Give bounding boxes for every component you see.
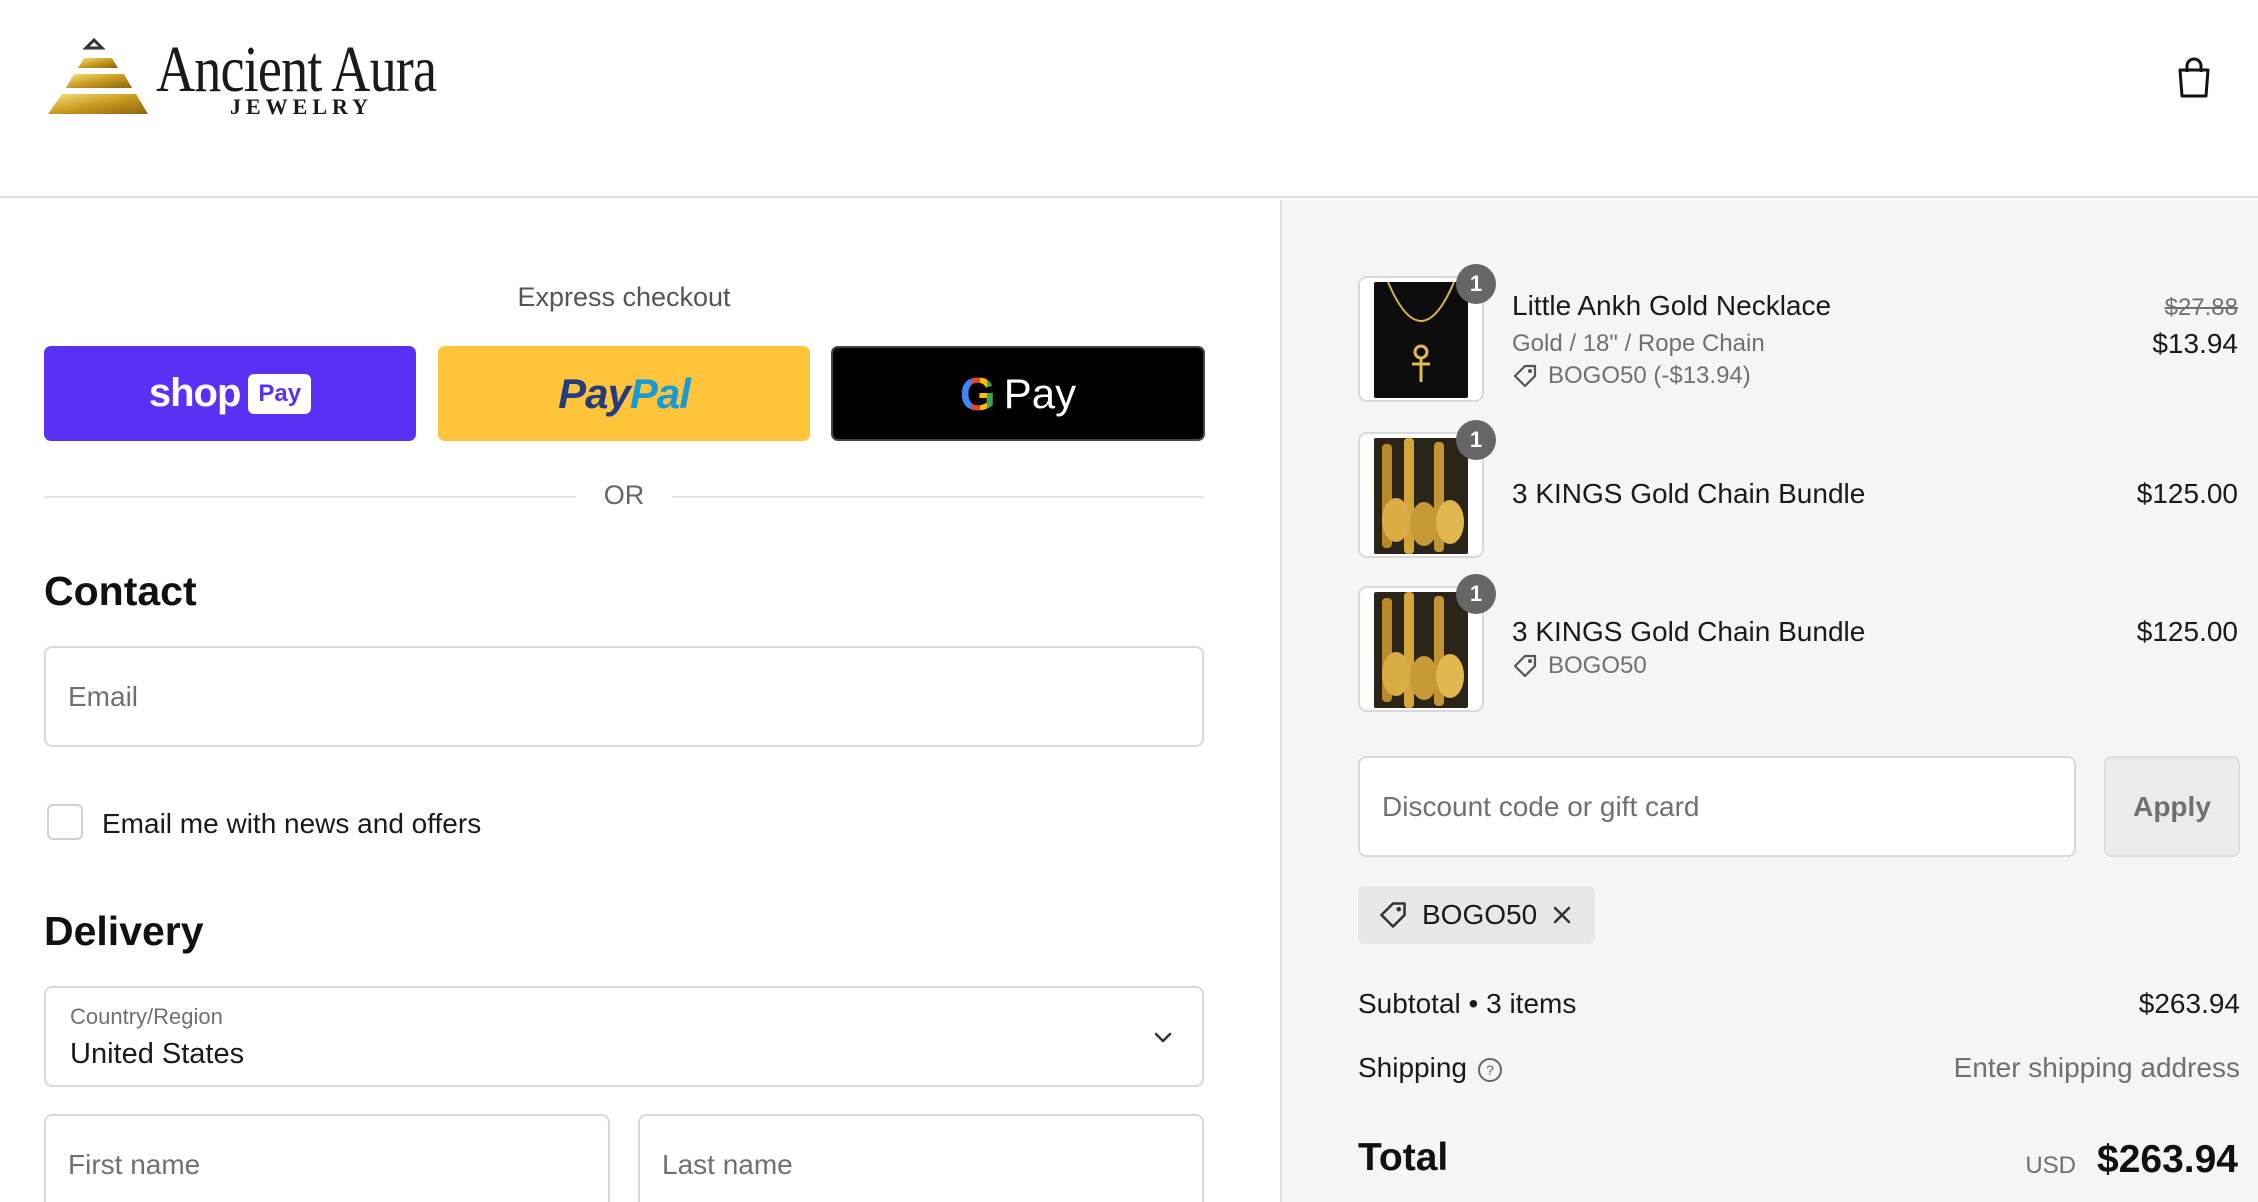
item-name: Little Ankh Gold Necklace xyxy=(1512,290,1832,321)
discount-code-input[interactable] xyxy=(1360,758,2074,855)
cart-item: 1 3 KINGS Gold Chain Bundle BOGO50 $125.… xyxy=(1358,574,2238,716)
express-checkout-title: Express checkout xyxy=(517,282,731,312)
item-name: 3 KINGS Gold Chain Bundle xyxy=(1512,616,1866,647)
help-icon[interactable]: ? xyxy=(1477,1057,1503,1083)
shop-pay-wordmark: shop xyxy=(148,371,242,415)
order-summary: 1 Little Ankh Gold Necklace Gold / 18" /… xyxy=(1280,200,2258,1202)
divider-right xyxy=(672,496,1204,498)
last-name-input[interactable] xyxy=(640,1116,1202,1202)
brand-tagline: JEWELRY xyxy=(230,94,374,119)
quantity-badge: 1 xyxy=(1456,574,1496,614)
shipping-value: Enter shipping address xyxy=(1953,1052,2240,1083)
gold-chain-bundle-image xyxy=(1382,438,1464,554)
gold-chain-bundle-image xyxy=(1382,592,1464,708)
item-price: $125.00 xyxy=(2136,478,2238,509)
total-currency: USD xyxy=(2025,1152,2076,1179)
contact-title: Contact xyxy=(44,568,197,614)
quantity-badge: 1 xyxy=(1456,420,1496,460)
item-discount: BOGO50 (-$13.94) xyxy=(1512,362,1751,390)
item-discount: BOGO50 xyxy=(1512,652,1647,680)
product-thumbnail: 1 xyxy=(1358,420,1496,558)
newsletter-label: Email me with news and offers xyxy=(102,808,482,839)
subtotal-row: Subtotal • 3 items $263.94 xyxy=(1358,988,2240,1020)
newsletter-checkbox[interactable] xyxy=(47,804,83,840)
paypal-button[interactable]: PayPal xyxy=(438,346,810,441)
shopping-bag-icon[interactable] xyxy=(2174,56,2214,100)
chevron-down-icon xyxy=(1154,1032,1172,1043)
header: Ancient Aura JEWELRY xyxy=(0,0,2258,198)
checkout-form: Express checkout shop Pay PayPal G Pay O… xyxy=(0,200,1280,1202)
brand-logo[interactable]: Ancient Aura JEWELRY xyxy=(44,30,464,130)
shipping-label: Shipping xyxy=(1358,1052,1467,1083)
google-g-icon: G xyxy=(959,367,996,420)
applied-code-text: BOGO50 xyxy=(1422,899,1538,930)
country-select[interactable]: Country/Region United States xyxy=(44,986,1204,1087)
paypal-wordmark: PayPal xyxy=(558,369,691,417)
last-name-field[interactable] xyxy=(638,1114,1204,1202)
discount-code-field[interactable] xyxy=(1358,756,2076,857)
item-original-price: $27.88 xyxy=(2164,294,2238,321)
tag-icon xyxy=(1513,654,1537,678)
first-name-input[interactable] xyxy=(46,1116,608,1202)
subtotal-value: $263.94 xyxy=(2138,988,2240,1019)
apply-discount-button[interactable]: Apply xyxy=(2104,756,2240,857)
cart-item: 1 Little Ankh Gold Necklace Gold / 18" /… xyxy=(1358,264,2238,406)
divider-left xyxy=(44,496,576,498)
product-thumbnail: 1 xyxy=(1358,264,1496,402)
item-price: $13.94 xyxy=(2152,328,2238,359)
shop-pay-badge: Pay xyxy=(248,373,312,414)
tag-icon xyxy=(1380,902,1406,928)
item-name: 3 KINGS Gold Chain Bundle xyxy=(1512,478,1866,509)
total-value: $263.94 xyxy=(2097,1138,2238,1181)
country-label: Country/Region xyxy=(70,1004,223,1029)
first-name-field[interactable] xyxy=(44,1114,610,1202)
email-field[interactable] xyxy=(44,646,1204,747)
product-thumbnail: 1 xyxy=(1358,574,1496,712)
total-label: Total xyxy=(1358,1136,1449,1179)
close-icon[interactable] xyxy=(1551,904,1573,926)
ankh-necklace-image xyxy=(1387,282,1455,382)
google-pay-button[interactable]: G Pay xyxy=(831,346,1205,441)
item-price: $125.00 xyxy=(2136,616,2238,647)
shipping-row: Shipping ? Enter shipping address xyxy=(1358,1052,2240,1084)
or-divider-text: OR xyxy=(603,480,645,510)
subtotal-label: Subtotal • 3 items xyxy=(1358,988,1577,1019)
pyramid-logo-icon xyxy=(48,37,148,114)
country-value: United States xyxy=(70,1038,245,1070)
item-variant: Gold / 18" / Rope Chain xyxy=(1512,330,1765,357)
delivery-title: Delivery xyxy=(44,908,204,954)
shop-pay-button[interactable]: shop Pay xyxy=(44,346,416,441)
cart-item: 1 3 KINGS Gold Chain Bundle $125.00 xyxy=(1358,420,2238,562)
svg-text:?: ? xyxy=(1486,1062,1494,1078)
tag-icon xyxy=(1513,364,1537,388)
quantity-badge: 1 xyxy=(1456,264,1496,304)
email-input[interactable] xyxy=(46,648,1202,745)
google-pay-wordmark: G Pay xyxy=(959,367,1077,420)
applied-code-chip: BOGO50 xyxy=(1358,886,1596,944)
